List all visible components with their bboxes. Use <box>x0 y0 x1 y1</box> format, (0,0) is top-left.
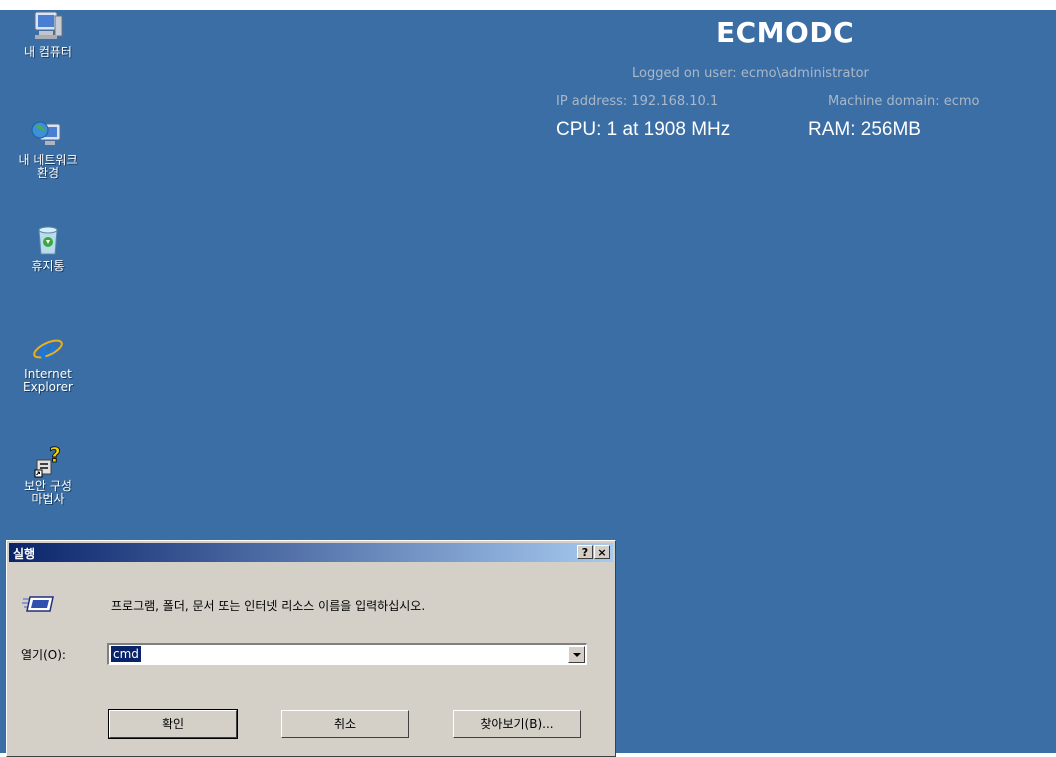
network-places-icon <box>31 121 61 145</box>
my-computer-shortcut[interactable]: 내 컴퓨터 <box>8 10 88 59</box>
dialog-prompt: 프로그램, 폴더, 문서 또는 인터넷 리소스 이름을 입력하십시오. <box>111 599 426 613</box>
dialog-title: 실행 <box>13 547 36 561</box>
security-wizard-label: 보안 구성 마법사 <box>24 479 72 506</box>
svg-text:?: ? <box>49 444 61 467</box>
open-input[interactable]: cmd <box>111 646 141 662</box>
my-computer-icon <box>34 11 63 39</box>
hostname: ECMODC <box>716 16 855 49</box>
cpu-info: CPU: 1 at 1908 MHz <box>556 119 731 140</box>
security-wizard-shortcut[interactable]: ? 보안 구성 마법사 <box>8 444 88 506</box>
internet-explorer-icon: e <box>33 333 63 366</box>
svg-text:e: e <box>39 333 57 366</box>
recycle-bin-shortcut[interactable]: 휴지통 <box>8 224 88 273</box>
open-combobox[interactable]: cmd <box>107 643 587 665</box>
browse-button[interactable]: 찾아보기(B)... <box>453 710 581 738</box>
close-button[interactable]: × <box>594 545 610 559</box>
security-wizard-icon: ? <box>34 444 61 478</box>
logged-on-user: Logged on user: ecmo\administrator <box>632 66 869 81</box>
dropdown-button[interactable] <box>568 646 585 663</box>
recycle-bin-icon <box>38 226 58 255</box>
cancel-button[interactable]: 취소 <box>281 710 409 738</box>
dialog-titlebar[interactable]: 실행 ? × <box>9 543 613 562</box>
internet-explorer-label: Internet Explorer <box>23 367 73 394</box>
machine-domain: Machine domain: ecmo <box>828 94 980 109</box>
run-dialog: 실행 ? × 프로그램, 폴더, 문서 또는 인터넷 리소스 이름을 입력하십시… <box>6 540 616 757</box>
recycle-bin-label: 휴지통 <box>31 259 65 273</box>
internet-explorer-shortcut[interactable]: e Internet Explorer <box>8 332 88 394</box>
open-label: 열기(O): <box>21 648 66 662</box>
network-places-label: 내 네트워크 환경 <box>18 153 78 180</box>
help-button[interactable]: ? <box>577 545 593 559</box>
my-computer-label: 내 컴퓨터 <box>24 45 72 59</box>
network-places-shortcut[interactable]: 내 네트워크 환경 <box>8 118 88 180</box>
ram-info: RAM: 256MB <box>808 119 921 140</box>
ip-address: IP address: 192.168.10.1 <box>556 94 719 109</box>
run-icon <box>22 596 54 612</box>
ok-button[interactable]: 확인 <box>108 709 238 739</box>
